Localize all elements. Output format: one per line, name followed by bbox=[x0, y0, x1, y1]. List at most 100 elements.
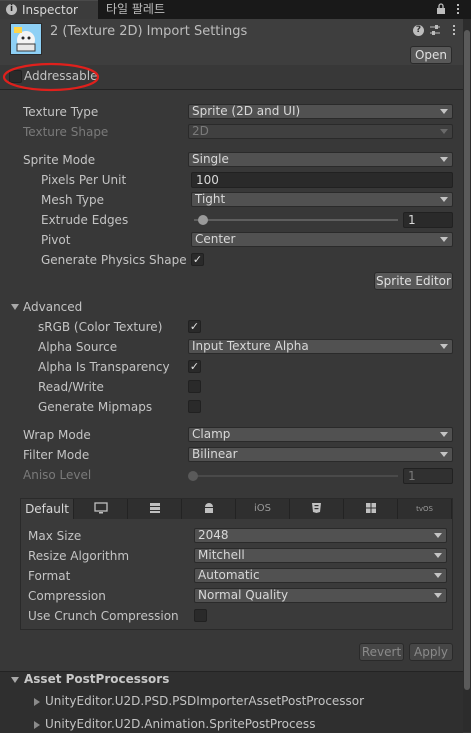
read-write-label: Read/Write bbox=[38, 380, 104, 394]
read-write-checkbox[interactable] bbox=[188, 380, 201, 393]
texture-type-dropdown[interactable]: Sprite (2D and UI) bbox=[188, 104, 453, 119]
ppu-input[interactable]: 100 bbox=[191, 172, 453, 188]
compression-label: Compression bbox=[28, 589, 106, 603]
format-label: Format bbox=[28, 569, 71, 583]
open-button[interactable]: Open bbox=[410, 46, 452, 64]
texture-shape-value: 2D bbox=[192, 124, 209, 138]
sprite-mode-label: Sprite Mode bbox=[23, 153, 96, 167]
alpha-is-transparency-checkbox[interactable]: ✓ bbox=[188, 360, 201, 373]
texture-type-label: Texture Type bbox=[23, 105, 99, 119]
alpha-source-dropdown[interactable]: Input Texture Alpha bbox=[188, 339, 453, 354]
format-dropdown[interactable]: Automatic bbox=[194, 568, 447, 583]
chevron-down-icon bbox=[434, 593, 442, 598]
generate-physics-shape-checkbox[interactable]: ✓ bbox=[191, 253, 204, 266]
tab-default-label: Default bbox=[25, 502, 69, 516]
generate-mipmaps-checkbox[interactable] bbox=[188, 400, 201, 413]
max-size-label: Max Size bbox=[28, 529, 82, 543]
filter-mode-label: Filter Mode bbox=[23, 448, 90, 462]
window-menu-icon[interactable] bbox=[453, 3, 463, 15]
tab-platform-server[interactable] bbox=[128, 499, 182, 519]
tab-tile-palette[interactable]: 타일 팔레트 bbox=[98, 0, 188, 19]
aniso-slider-handle bbox=[188, 471, 198, 481]
tab-platform-tvos[interactable]: tvOS bbox=[398, 499, 452, 519]
chevron-down-icon bbox=[440, 197, 448, 202]
chevron-down-icon bbox=[440, 157, 448, 162]
tab-platform-webgl[interactable] bbox=[290, 499, 344, 519]
expand-arrow-icon[interactable] bbox=[34, 721, 40, 729]
tab-platform-android[interactable] bbox=[182, 499, 236, 519]
server-icon bbox=[149, 503, 160, 513]
inspector-scrollbar-thumb[interactable] bbox=[464, 30, 470, 690]
wrap-mode-dropdown[interactable]: Clamp bbox=[188, 427, 453, 442]
ppu-label: Pixels Per Unit bbox=[41, 173, 127, 187]
chevron-down-icon bbox=[440, 452, 448, 457]
highlight-circle bbox=[2, 62, 100, 92]
chevron-down-icon bbox=[434, 533, 442, 538]
format-value: Automatic bbox=[198, 568, 260, 582]
advanced-foldout-arrow-icon[interactable] bbox=[11, 304, 19, 310]
lock-icon[interactable] bbox=[436, 3, 446, 15]
compression-dropdown[interactable]: Normal Quality bbox=[194, 588, 447, 603]
chevron-down-icon bbox=[434, 573, 442, 578]
use-crunch-compression-label: Use Crunch Compression bbox=[28, 609, 179, 623]
mesh-type-value: Tight bbox=[195, 192, 226, 206]
android-icon bbox=[204, 503, 213, 513]
alpha-source-value: Input Texture Alpha bbox=[192, 339, 309, 353]
tab-platform-windows-store[interactable] bbox=[344, 499, 398, 519]
tab-inspector-label: Inspector bbox=[22, 3, 78, 17]
texture-thumbnail bbox=[10, 23, 42, 55]
postprocessors-label[interactable]: Asset PostProcessors bbox=[24, 672, 169, 686]
monitor-icon bbox=[93, 502, 108, 514]
tab-platform-ios[interactable]: iOS bbox=[236, 499, 290, 519]
chevron-down-icon bbox=[440, 432, 448, 437]
tab-platform-default[interactable]: Default bbox=[21, 499, 74, 519]
html5-icon bbox=[312, 503, 321, 513]
srgb-checkbox[interactable]: ✓ bbox=[188, 320, 201, 333]
max-size-dropdown[interactable]: 2048 bbox=[194, 528, 447, 543]
compression-value: Normal Quality bbox=[198, 588, 289, 602]
sprite-mode-dropdown[interactable]: Single bbox=[188, 152, 453, 167]
apply-button[interactable]: Apply bbox=[409, 643, 453, 661]
resize-algorithm-value: Mitchell bbox=[198, 548, 245, 562]
mesh-type-dropdown[interactable]: Tight bbox=[191, 192, 453, 207]
tab-tvos-label: tvOS bbox=[416, 505, 433, 513]
context-menu-icon[interactable] bbox=[450, 24, 458, 36]
srgb-label: sRGB (Color Texture) bbox=[38, 320, 163, 334]
chevron-down-icon bbox=[440, 237, 448, 242]
pivot-dropdown[interactable]: Center bbox=[191, 232, 453, 247]
filter-mode-dropdown[interactable]: Bilinear bbox=[188, 447, 453, 462]
tab-inspector[interactable]: i Inspector bbox=[0, 0, 98, 19]
expand-arrow-icon[interactable] bbox=[34, 698, 40, 706]
chevron-down-icon bbox=[440, 129, 448, 134]
texture-shape-label: Texture Shape bbox=[23, 125, 109, 139]
tab-ios-label: iOS bbox=[254, 503, 271, 514]
resize-algorithm-dropdown[interactable]: Mitchell bbox=[194, 548, 447, 563]
extrude-slider-track[interactable] bbox=[194, 219, 398, 221]
extrude-slider-handle[interactable] bbox=[198, 215, 208, 225]
tab-platform-standalone[interactable] bbox=[74, 499, 128, 519]
sprite-editor-button[interactable]: Sprite Editor bbox=[374, 272, 453, 290]
alpha-source-label: Alpha Source bbox=[38, 340, 118, 354]
revert-button[interactable]: Revert bbox=[359, 643, 404, 661]
chevron-down-icon bbox=[434, 553, 442, 558]
extrude-edges-input[interactable]: 1 bbox=[403, 212, 453, 228]
generate-mipmaps-label: Generate Mipmaps bbox=[38, 400, 153, 414]
platform-tab-bar: Default iOS tvOS bbox=[21, 499, 452, 519]
wrap-mode-value: Clamp bbox=[192, 427, 231, 441]
help-icon[interactable]: ? bbox=[413, 25, 424, 36]
mesh-type-label: Mesh Type bbox=[41, 193, 104, 207]
preset-icon[interactable] bbox=[429, 24, 441, 36]
postprocessor-item: UnityEditor.U2D.Animation.SpritePostProc… bbox=[45, 717, 316, 731]
generate-physics-shape-label: Generate Physics Shape bbox=[41, 253, 187, 267]
max-size-value: 2048 bbox=[198, 528, 229, 542]
alpha-is-transparency-label: Alpha Is Transparency bbox=[38, 360, 170, 374]
postprocessors-foldout-arrow-icon[interactable] bbox=[11, 677, 19, 683]
wrap-mode-label: Wrap Mode bbox=[23, 428, 91, 442]
extrude-edges-label: Extrude Edges bbox=[41, 213, 129, 227]
advanced-foldout-label[interactable]: Advanced bbox=[23, 300, 82, 314]
texture-type-value: Sprite (2D and UI) bbox=[192, 104, 301, 118]
windows-icon bbox=[365, 503, 376, 513]
aniso-level-input: 1 bbox=[403, 468, 453, 484]
use-crunch-compression-checkbox[interactable] bbox=[194, 609, 207, 622]
texture-preview-icon bbox=[11, 24, 41, 54]
